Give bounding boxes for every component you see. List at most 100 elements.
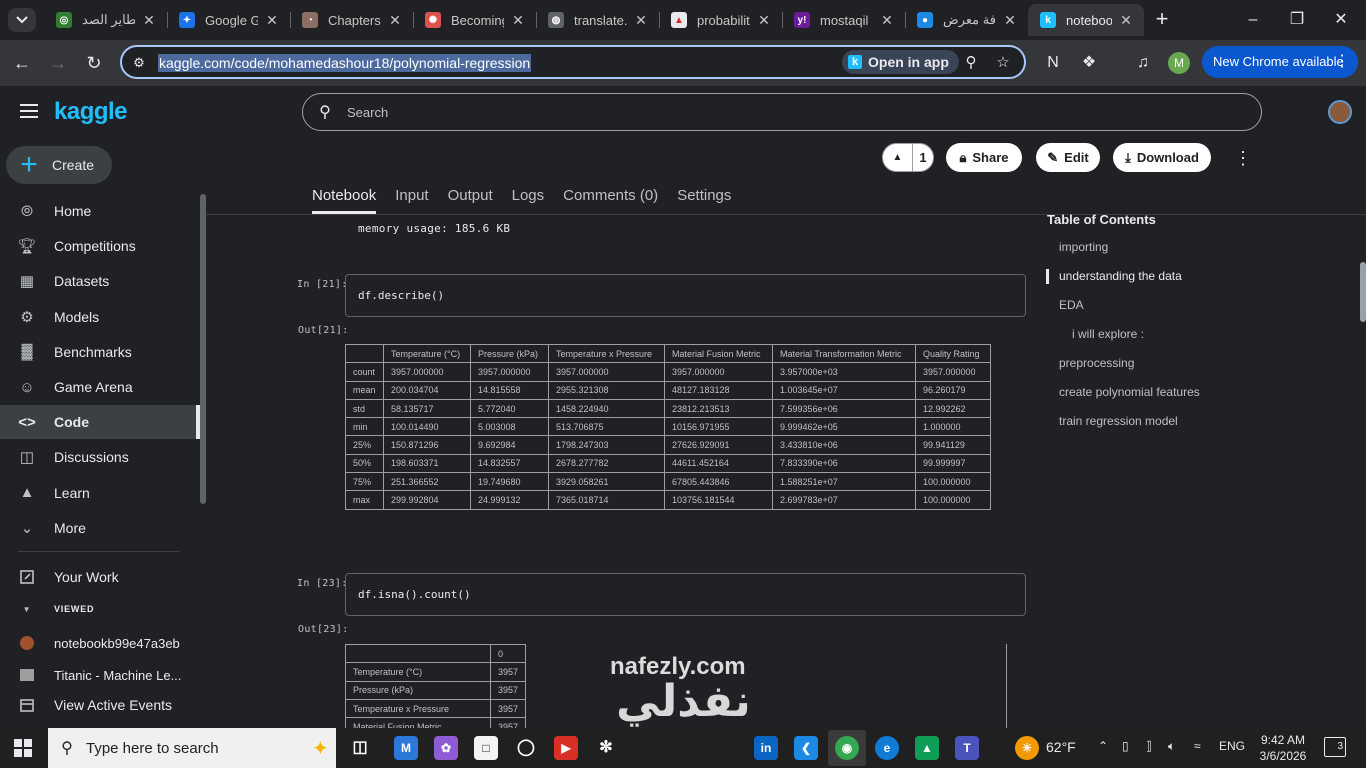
tab-close-icon[interactable]: ✕ (141, 12, 157, 29)
sidebar-scrollbar[interactable] (200, 194, 206, 504)
code-cell-23[interactable]: df.isna().count() (345, 573, 1026, 616)
show-hidden-icons-chevron-icon[interactable]: ⌃ (1098, 739, 1108, 753)
tab-search-button[interactable] (8, 8, 36, 32)
volume-icon[interactable]: 🔈︎ (1168, 739, 1175, 754)
edge-icon[interactable]: e (875, 736, 899, 760)
forward-button[interactable]: → (47, 52, 69, 74)
chatgpt-icon[interactable]: ✼ (594, 736, 618, 760)
browser-tab[interactable]: k notebook ✕ (1028, 4, 1144, 36)
wifi-icon[interactable]: ≈ (1194, 739, 1201, 753)
copilot-icon[interactable]: ✿ (434, 736, 458, 760)
bookmark-star-icon[interactable]: ☆ (994, 54, 1012, 72)
tab-close-icon[interactable]: ✕ (633, 12, 649, 29)
toc-item[interactable]: understanding the data (1046, 262, 1286, 291)
close-window-button[interactable]: ✕ (1326, 8, 1356, 32)
viewed-item-notebook[interactable]: notebookb99e47a3eb (0, 629, 196, 657)
toc-item[interactable]: create polynomial features (1046, 378, 1286, 407)
upvote-widget[interactable]: ▲ 1 (882, 143, 934, 172)
tab-settings[interactable]: Settings (677, 186, 731, 214)
network-icon[interactable]: ⟧ (1146, 739, 1152, 753)
browser-tab[interactable]: ◔ Chapters ✕ (290, 4, 413, 36)
search-input[interactable]: ⚲ Search (302, 93, 1262, 131)
youtube-app-icon[interactable]: ▶ (554, 736, 578, 760)
kaggle-logo[interactable]: kaggle (54, 98, 128, 126)
sidebar-item-discussions[interactable]: ◫ Discussions (0, 440, 196, 474)
edit-button[interactable]: ✎ Edit (1036, 143, 1100, 172)
language-indicator[interactable]: ENG (1219, 739, 1245, 753)
google-drive-icon[interactable]: ▲ (915, 736, 939, 760)
sidebar-item-home[interactable]: ⦾ Home (0, 194, 196, 228)
more-menu-icon[interactable]: ⋮ (1334, 46, 1350, 78)
sidebar-item-game-arena[interactable]: ☺ Game Arena (0, 370, 196, 404)
sidebar-item-your-work[interactable]: Your Work (0, 563, 196, 591)
taskbar-search-input[interactable]: ⚲ Type here to search ✦ (48, 728, 336, 768)
notepad-icon[interactable]: □ (474, 736, 498, 760)
tab-close-icon[interactable]: ✕ (387, 12, 403, 29)
sidebar-item-code[interactable]: <> Code (0, 405, 196, 440)
browser-tab[interactable]: ▲ probability ✕ (659, 4, 782, 36)
tab-close-icon[interactable]: ✕ (879, 12, 895, 29)
browser-tab[interactable]: ◍ translate.google ✕ (536, 4, 659, 36)
back-button[interactable]: ← (11, 52, 33, 74)
viewed-item-titanic[interactable]: Titanic - Machine Le... (0, 661, 196, 689)
sidebar-item-learn[interactable]: ▲ Learn (0, 476, 196, 510)
tab-input[interactable]: Input (395, 186, 428, 214)
tab-notebook[interactable]: Notebook (312, 186, 377, 214)
download-button[interactable]: ⤓ Download (1113, 143, 1211, 172)
browser-tab[interactable]: ✦ Google Gemini ✕ (167, 4, 290, 36)
sidebar-item-competitions[interactable]: 🏆︎ Competitions (0, 229, 196, 263)
restore-button[interactable]: ❐ (1282, 8, 1312, 32)
open-in-app-button[interactable]: k Open in app (842, 50, 959, 74)
profile-avatar[interactable]: M (1168, 52, 1190, 74)
tab-close-icon[interactable]: ✕ (1002, 12, 1018, 29)
microsoft-365-icon[interactable]: M (394, 736, 418, 760)
user-avatar[interactable] (1328, 100, 1352, 124)
create-button[interactable]: + Create (6, 146, 112, 184)
tab-close-icon[interactable]: ✕ (510, 12, 526, 29)
toc-item[interactable]: preprocessing (1046, 349, 1286, 378)
minimize-button[interactable]: – (1238, 8, 1268, 32)
app-icon[interactable]: ◯ (514, 736, 538, 760)
browser-tab[interactable]: ◎ تطاير الصد ✕ (44, 4, 167, 36)
tab-close-icon[interactable]: ✕ (264, 12, 280, 29)
reload-button[interactable]: ↻ (83, 52, 105, 74)
sidebar-item-datasets[interactable]: ▦ Datasets (0, 264, 196, 298)
share-button[interactable]: 🔒︎ Share (946, 143, 1022, 172)
vscode-icon[interactable]: ❮ (794, 736, 818, 760)
upvote-arrow-icon[interactable]: ▲ (883, 144, 913, 171)
chrome-icon[interactable]: ◉ (835, 736, 859, 760)
notification-center-icon[interactable]: 3 (1324, 737, 1346, 757)
page-scrollbar[interactable] (1360, 262, 1366, 322)
sidebar-item-benchmarks[interactable]: ▓ Benchmarks (0, 335, 196, 369)
task-view-icon[interactable]: ◫ (348, 736, 372, 760)
tab-comments[interactable]: Comments (0) (563, 186, 658, 214)
weather-icon[interactable]: ☀ (1015, 736, 1039, 760)
sidebar-item-models[interactable]: ⚙ Models (0, 300, 196, 334)
menu-icon[interactable] (20, 104, 38, 118)
toc-item[interactable]: train regression model (1046, 407, 1286, 436)
sidebar-item-more[interactable]: ⌄ More (0, 511, 196, 545)
browser-tab[interactable]: y! mostaqil ✕ (782, 4, 905, 36)
teams-icon[interactable]: T (955, 736, 979, 760)
new-tab-button[interactable]: + (1150, 8, 1174, 32)
address-bar[interactable]: ⚙ kaggle.com/code/mohamedashour18/polyno… (120, 45, 1026, 79)
browser-tab[interactable]: ● إضافة معرض ✕ (905, 4, 1028, 36)
tab-logs[interactable]: Logs (512, 186, 545, 214)
code-cell-21[interactable]: df.describe() (345, 274, 1026, 317)
view-active-events-link[interactable]: View Active Events (0, 691, 196, 719)
viewed-section-toggle[interactable]: ▼ VIEWED (0, 596, 196, 622)
url-text[interactable]: kaggle.com/code/mohamedashour18/polynomi… (158, 54, 532, 72)
tab-close-icon[interactable]: ✕ (1118, 12, 1134, 29)
battery-icon[interactable]: ▯ (1122, 739, 1129, 753)
site-info-icon[interactable]: ⚙ (130, 54, 148, 72)
notion-extension-icon[interactable]: N (1042, 52, 1064, 74)
new-chrome-available-button[interactable]: New Chrome available ⋮ (1202, 46, 1358, 78)
linkedin-icon[interactable]: in (754, 736, 778, 760)
system-clock[interactable]: 9:42 AM 3/6/2026 (1257, 732, 1309, 764)
extensions-icon[interactable]: ❖ (1078, 52, 1100, 74)
browser-tab[interactable]: ✺ Becoming ✕ (413, 4, 536, 36)
weather-temp[interactable]: 62°F (1046, 739, 1076, 755)
tab-output[interactable]: Output (448, 186, 493, 214)
toc-item[interactable]: importing (1046, 233, 1286, 262)
windows-start-icon[interactable] (14, 739, 32, 757)
